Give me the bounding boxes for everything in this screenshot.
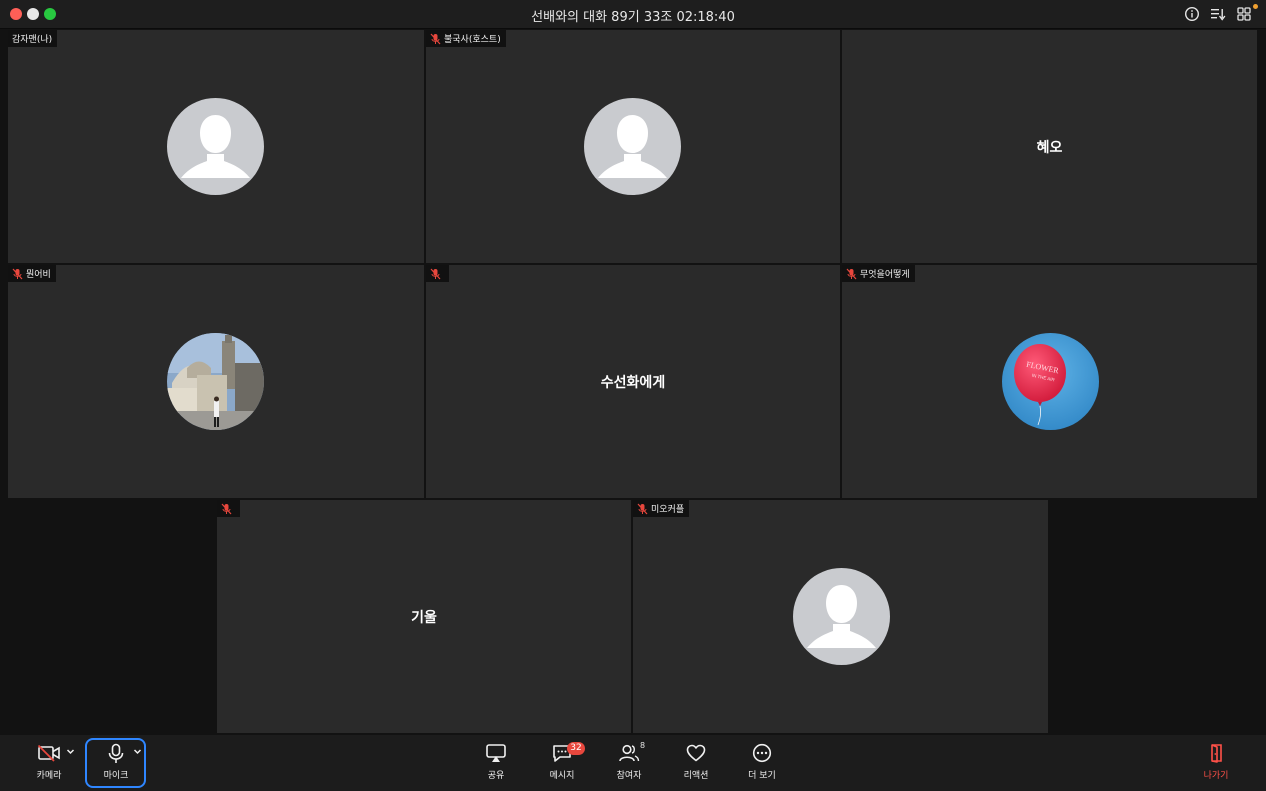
mic-muted-icon xyxy=(846,268,857,279)
share-button[interactable]: 공유 xyxy=(476,735,516,791)
heart-icon xyxy=(686,744,706,762)
participant-name: 미오커플 xyxy=(651,505,685,515)
participant-name: 뭔어비 xyxy=(26,270,51,280)
video-tile[interactable]: 수선화에게 xyxy=(426,265,840,498)
video-tile[interactable]: 미오커플 xyxy=(633,500,1048,733)
ellipsis-circle-icon xyxy=(752,743,772,763)
video-tile[interactable]: 혜오 xyxy=(842,30,1257,263)
participant-display-name: 기울 xyxy=(411,609,437,626)
door-exit-icon xyxy=(1211,744,1222,763)
participant-label: 미오커플 xyxy=(633,500,690,517)
mic-muted-icon xyxy=(430,268,441,279)
camera-label: 카메라 xyxy=(36,771,62,781)
participant-name: 감자맨(나) xyxy=(12,35,53,45)
video-tile[interactable]: 불국사(호스트) xyxy=(426,30,840,263)
participant-label: 불국사(호스트) xyxy=(426,30,506,47)
info-icon[interactable] xyxy=(1184,6,1200,22)
camera-off-icon xyxy=(37,744,60,762)
default-avatar xyxy=(584,98,681,195)
microphone-icon xyxy=(108,743,124,763)
video-tile[interactable]: 기울 xyxy=(217,500,631,733)
title-bar: 선배와의 대화 89기 33조 02:18:40 xyxy=(0,0,1266,29)
participant-display-name: 수선화에게 xyxy=(600,374,666,391)
participant-name: 불국사(호스트) xyxy=(444,35,501,45)
camera-button[interactable]: 카메라 xyxy=(29,735,69,791)
participant-label: 뭔어비 xyxy=(8,265,56,282)
sort-icon[interactable] xyxy=(1210,6,1226,22)
participant-label xyxy=(426,265,449,282)
mic-muted-icon xyxy=(430,33,441,44)
messages-label: 메시지 xyxy=(549,771,575,781)
person-silhouette-icon xyxy=(598,115,667,178)
mic-muted-icon xyxy=(12,268,23,279)
participant-display-name: 혜오 xyxy=(1036,139,1063,156)
reactions-button[interactable]: 리액션 xyxy=(676,735,716,791)
people-icon xyxy=(619,744,640,762)
default-avatar xyxy=(793,568,890,665)
participant-label: 무엇을어떻게 xyxy=(842,265,915,282)
grid-view-icon[interactable] xyxy=(1236,6,1252,22)
video-tile[interactable]: 무엇을어떻게 FLOWER IN THE AIR xyxy=(842,265,1257,498)
participant-count: 8 xyxy=(640,741,646,750)
person-silhouette-icon xyxy=(807,585,876,648)
profile-photo-balloon: FLOWER IN THE AIR xyxy=(1002,333,1099,430)
microphone-button[interactable]: 마이크 xyxy=(96,735,136,791)
meeting-toolbar: 카메라 마이크 공유 메시지 32 참여자 8 리액션 더 보기 나가기 xyxy=(0,735,1266,791)
video-tile[interactable]: 감자맨(나) xyxy=(8,30,424,263)
default-avatar xyxy=(167,98,264,195)
screen-share-icon xyxy=(486,744,506,762)
mic-muted-icon xyxy=(221,503,232,514)
notification-dot xyxy=(1253,4,1258,9)
participants-label: 참여자 xyxy=(616,771,642,781)
person-silhouette-icon xyxy=(181,115,250,178)
participant-label xyxy=(217,500,240,517)
microphone-label: 마이크 xyxy=(103,771,129,781)
leave-button[interactable]: 나가기 xyxy=(1196,735,1236,791)
camera-options-chevron-icon[interactable] xyxy=(66,747,75,756)
participant-name: 무엇을어떻게 xyxy=(860,270,910,280)
share-label: 공유 xyxy=(487,771,505,781)
more-button[interactable]: 더 보기 xyxy=(742,735,782,791)
mic-muted-icon xyxy=(637,503,648,514)
leave-label: 나가기 xyxy=(1203,771,1229,781)
profile-photo-cathedral xyxy=(167,333,264,430)
unread-messages-badge: 32 xyxy=(567,742,585,755)
mic-options-chevron-icon[interactable] xyxy=(133,747,142,756)
reactions-label: 리액션 xyxy=(683,771,709,781)
meeting-title: 선배와의 대화 89기 33조 02:18:40 xyxy=(531,10,735,25)
participant-label: 감자맨(나) xyxy=(8,30,58,47)
video-tile[interactable]: 뭔어비 xyxy=(8,265,424,498)
more-label: 더 보기 xyxy=(748,771,776,781)
